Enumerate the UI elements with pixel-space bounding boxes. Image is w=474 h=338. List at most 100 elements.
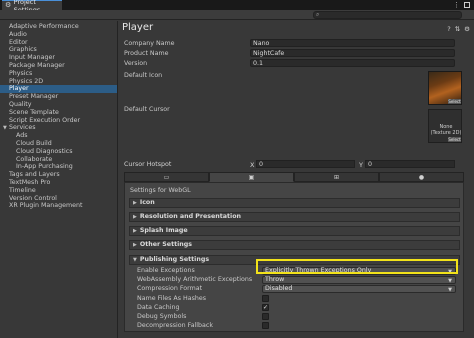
webgl-icon: ▣ — [248, 173, 255, 181]
monitor-icon: ▭ — [163, 173, 170, 181]
default-icon-label: Default Icon — [124, 72, 163, 79]
product-name-field[interactable]: NightCafe — [250, 49, 455, 57]
sidebar-item-label: Timeline — [9, 186, 36, 194]
sidebar-item-services[interactable]: ▼ Services — [0, 124, 117, 132]
foldout-resolution[interactable]: ▶ Resolution and Presentation — [129, 212, 460, 222]
wasm-exceptions-dropdown[interactable]: Throw ▼ — [262, 276, 456, 284]
tab-standalone[interactable]: ▭ — [124, 172, 209, 182]
sidebar-item-adaptive-performance[interactable]: Adaptive Performance — [0, 23, 117, 31]
hotspot-x-field[interactable]: 0 — [256, 160, 355, 168]
data-caching-row: Data Caching ✓ — [131, 304, 458, 312]
sidebar-item-label: Adaptive Performance — [9, 23, 79, 30]
settings-gear-icon[interactable]: ⚙ — [464, 25, 470, 33]
sidebar-item-quality[interactable]: Quality — [0, 101, 117, 109]
default-icon-thumbnail[interactable]: Select — [428, 71, 462, 105]
compression-format-dropdown[interactable]: Disabled ▼ — [262, 285, 456, 293]
player-settings-panel: Player ? ⇅ ⚙ Company Name Nano Product N… — [119, 21, 474, 338]
decompression-fallback-label: Decompression Fallback — [137, 322, 214, 329]
dropdown-value: Disabled — [265, 285, 293, 292]
sidebar-item-xr-plugin-management[interactable]: XR Plugin Management — [0, 202, 117, 210]
help-icon[interactable]: ? — [447, 25, 450, 33]
decompression-fallback-checkbox[interactable] — [262, 322, 269, 329]
foldout-icon[interactable]: ▶ Icon — [129, 198, 460, 208]
sidebar-item-preset-manager[interactable]: Preset Manager — [0, 93, 117, 101]
sidebar-item-timeline[interactable]: Timeline — [0, 187, 117, 195]
sidebar-item-label: Services — [9, 124, 36, 132]
sidebar-item-scene-template[interactable]: Scene Template — [0, 109, 117, 117]
chevron-down-icon: ▼ — [448, 278, 452, 284]
settings-sidebar: Adaptive Performance Audio Editor Graphics I… — [0, 21, 118, 338]
hotspot-x-label: X — [250, 161, 255, 169]
sidebar-item-collaborate[interactable]: Collaborate — [0, 156, 117, 164]
none-texture-text: None (Texture 2D) — [430, 124, 462, 136]
sidebar-item-label: Cloud Diagnostics — [16, 147, 73, 155]
sidebar-item-physics[interactable]: Physics — [0, 70, 117, 78]
android-icon: ● — [418, 173, 425, 181]
sidebar-item-label: Collaborate — [16, 155, 53, 163]
product-name-row: Product Name NightCafe — [124, 49, 464, 58]
foldout-other-settings[interactable]: ▶ Other Settings — [129, 240, 460, 250]
cursor-hotspot-row: Cursor Hotspot X 0 Y 0 — [124, 160, 464, 169]
debug-symbols-checkbox[interactable] — [262, 313, 269, 320]
sidebar-item-version-control[interactable]: Version Control — [0, 195, 117, 203]
enable-exceptions-label: Enable Exceptions — [137, 267, 195, 274]
wasm-exceptions-row: WebAssembly Arithmetic Exceptions Throw ▼ — [131, 276, 458, 284]
sidebar-item-cloud-build[interactable]: Cloud Build — [0, 140, 117, 148]
sidebar-item-label: Preset Manager — [9, 93, 59, 101]
decompression-fallback-row: Decompression Fallback — [131, 322, 458, 330]
company-name-field[interactable]: Nano — [250, 39, 455, 47]
sidebar-item-editor[interactable]: Editor — [0, 39, 117, 47]
sidebar-item-input-manager[interactable]: Input Manager — [0, 54, 117, 62]
foldout-label: Splash Image — [139, 227, 188, 234]
sidebar-item-label: Input Manager — [9, 54, 55, 62]
name-files-hashes-label: Name Files As Hashes — [137, 295, 207, 302]
select-cursor-button[interactable]: Select — [448, 137, 461, 142]
sidebar-item-graphics[interactable]: Graphics — [0, 46, 117, 54]
sidebar-item-label: Script Execution Order — [9, 116, 81, 124]
sidebar-item-label: Package Manager — [9, 61, 65, 69]
foldout-splash[interactable]: ▶ Splash Image — [129, 226, 460, 236]
expand-arrow-icon: ▶ — [133, 228, 137, 234]
hotspot-y-field[interactable]: 0 — [365, 160, 455, 168]
sidebar-item-cloud-diagnostics[interactable]: Cloud Diagnostics — [0, 148, 117, 156]
project-settings-tab[interactable]: ⚙ Project Settings — [2, 0, 62, 14]
preset-icon[interactable]: ⇅ — [455, 25, 460, 33]
data-caching-checkbox[interactable]: ✓ — [262, 304, 269, 311]
hotspot-y-label: Y — [359, 161, 363, 169]
foldout-label: Icon — [139, 199, 155, 206]
sidebar-item-textmesh-pro[interactable]: TextMesh Pro — [0, 179, 117, 187]
sidebar-item-label: Graphics — [9, 46, 37, 54]
name-files-hashes-checkbox[interactable] — [262, 295, 269, 302]
window-tab-strip: ⚙ Project Settings ⋮ — [0, 0, 474, 14]
sidebar-item-tags-and-layers[interactable]: Tags and Layers — [0, 171, 117, 179]
search-input[interactable]: ⌕ — [313, 11, 462, 19]
sidebar-item-package-manager[interactable]: Package Manager — [0, 62, 117, 70]
default-cursor-slot[interactable]: None (Texture 2D) Select — [428, 109, 462, 143]
sidebar-item-label: Physics — [9, 69, 33, 77]
webgl-settings-panel: Settings for WebGL ▶ Icon ▶ Resolution and… — [124, 182, 464, 332]
sidebar-item-label: Editor — [9, 38, 28, 46]
sidebar-item-player[interactable]: Player — [0, 85, 117, 94]
sidebar-item-audio[interactable]: Audio — [0, 31, 117, 39]
product-name-label: Product Name — [124, 50, 169, 57]
data-caching-label: Data Caching — [137, 304, 180, 311]
windows-icon: ⊞ — [333, 173, 340, 181]
tab-webgl[interactable]: ▣ — [209, 172, 294, 182]
maximize-icon[interactable] — [464, 2, 470, 8]
sidebar-item-label: Ads — [16, 132, 28, 140]
sidebar-item-ads[interactable]: Ads — [0, 132, 117, 140]
sidebar-item-in-app-purchasing[interactable]: In-App Purchasing — [0, 163, 117, 171]
sidebar-item-script-execution-order[interactable]: Script Execution Order — [0, 117, 117, 125]
sidebar-item-physics-2d[interactable]: Physics 2D — [0, 78, 117, 86]
tab-android[interactable]: ● — [379, 172, 464, 182]
compression-format-label: Compression Format — [137, 285, 203, 292]
window-menu-icon[interactable]: ⋮ — [453, 1, 460, 9]
gear-icon: ⚙ — [5, 1, 12, 9]
highlight-annotation — [256, 259, 458, 274]
version-field[interactable]: 0.1 — [250, 59, 455, 67]
company-name-label: Company Name — [124, 40, 175, 47]
sidebar-item-label: Audio — [9, 30, 27, 38]
tab-windows[interactable]: ⊞ — [294, 172, 379, 182]
select-icon-button[interactable]: Select — [448, 99, 461, 104]
sidebar-item-label: Tags and Layers — [9, 171, 60, 179]
